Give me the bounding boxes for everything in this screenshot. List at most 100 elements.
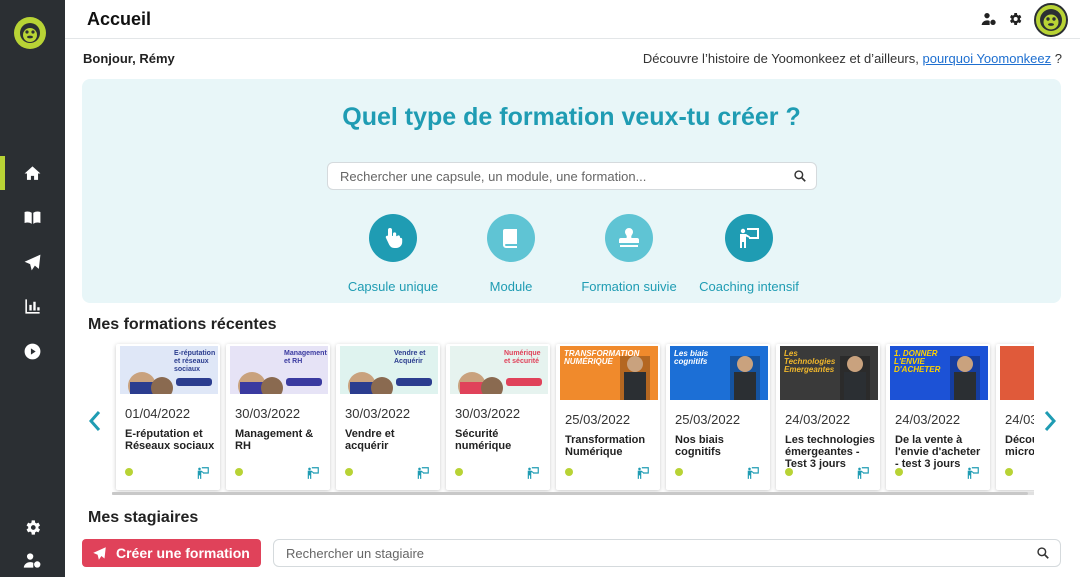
carousel-next-button[interactable] <box>1042 409 1058 433</box>
discover-suffix: ? <box>1051 51 1062 66</box>
thumbnail-illustration <box>1000 346 1034 400</box>
type-followed-button[interactable]: Formation suivie <box>564 214 694 294</box>
top-header: Accueil <box>65 0 1080 39</box>
status-dot <box>1005 468 1013 476</box>
user-gear-icon <box>23 552 41 568</box>
recent-trainings-title: Mes formations récentes <box>88 316 277 333</box>
training-card[interactable]: Les biais cognitifs 25/03/2022 Nos biais c… <box>666 344 770 490</box>
discover-link[interactable]: pourquoi Yoomonkeez <box>922 51 1051 66</box>
training-title: Les technologies émergeantes - Test 3 jo… <box>785 434 875 470</box>
type-module-button[interactable]: Module <box>446 214 576 294</box>
status-dot <box>565 468 573 476</box>
type-coaching-button[interactable]: Coaching intensif <box>684 214 814 294</box>
presenter-board-icon <box>306 466 320 480</box>
training-date: 25/03/2022 <box>675 412 741 427</box>
status-dot <box>785 468 793 476</box>
search-icon[interactable] <box>1036 546 1050 560</box>
training-date: 30/03/2022 <box>455 406 521 421</box>
training-search-input[interactable] <box>328 163 816 189</box>
gear-icon <box>1010 13 1022 25</box>
type-coaching-label: Coaching intensif <box>699 279 799 294</box>
training-date: 24/03/2022 <box>785 412 851 427</box>
discover-text: Découvre l’histoire de Yoomonkeez et d’a… <box>643 51 1062 66</box>
user-settings-button[interactable] <box>980 10 998 28</box>
recent-trainings-carousel: E-réputation et réseaux sociaux 01/04/202… <box>112 340 1034 496</box>
monkey-logo-icon[interactable] <box>14 17 46 49</box>
thumbnail-text: TRANSFORMATION NUMÉRIQUE <box>564 349 640 366</box>
presenter-board-icon <box>740 228 759 248</box>
training-card[interactable]: 1. DONNER L'ENVIE D'ACHETER 24/03/2022 De … <box>886 344 990 490</box>
training-search <box>327 162 817 190</box>
type-module-circle <box>487 214 535 262</box>
training-date: 24/03/2022 <box>895 412 961 427</box>
book-icon <box>503 229 517 248</box>
discover-label: Découvre l’histoire de Yoomonkeez et d’a… <box>642 51 919 66</box>
trainee-search-input[interactable] <box>274 540 1060 566</box>
training-date: 01/04/2022 <box>125 406 191 421</box>
thumbnail-text: Management et RH <box>284 350 327 365</box>
user-gear-icon <box>981 13 996 25</box>
presenter-board-icon <box>636 466 650 480</box>
training-title: Sécurité numérique <box>455 428 512 452</box>
training-card[interactable]: E-réputation et réseaux sociaux 01/04/202… <box>116 344 220 490</box>
training-date: 24/03/2022 <box>1005 412 1034 427</box>
hero-title: Quel type de formation veux-tu créer ? <box>342 103 801 131</box>
training-date: 25/03/2022 <box>565 412 631 427</box>
training-thumbnail: Management et RH <box>230 346 328 394</box>
avatar[interactable] <box>1034 3 1068 37</box>
training-card[interactable]: 24/03/2022 Découverte du microlearning <box>996 344 1034 490</box>
training-card[interactable]: Numérique et sécurité 30/03/2022 Sécurité … <box>446 344 550 490</box>
type-capsule-button[interactable]: Capsule unique <box>328 214 458 294</box>
training-thumbnail: Vendre et Acquérir <box>340 346 438 394</box>
carousel-scrollbar-thumb[interactable] <box>112 492 1028 495</box>
status-dot <box>235 468 243 476</box>
status-dot <box>125 468 133 476</box>
training-thumbnail: Les biais cognitifs <box>670 346 768 400</box>
trainees-title: Mes stagiaires <box>88 509 199 526</box>
training-thumbnail: E-réputation et réseaux sociaux <box>120 346 218 394</box>
thumbnail-text: Les biais cognitifs <box>674 349 709 366</box>
type-coaching-circle <box>725 214 773 262</box>
book-open-icon <box>24 210 41 224</box>
training-card[interactable]: Les Technologies Emergeantes 24/03/2022 Le… <box>776 344 880 490</box>
paper-plane-icon <box>24 254 41 270</box>
presenter-board-icon <box>416 466 430 480</box>
sidebar-item-play[interactable] <box>0 334 65 368</box>
thumbnail-text: Numérique et sécurité <box>504 350 541 365</box>
training-date: 30/03/2022 <box>235 406 301 421</box>
status-dot <box>455 468 463 476</box>
training-thumbnail: Les Technologies Emergeantes <box>780 346 878 400</box>
training-thumbnail: 1. DONNER L'ENVIE D'ACHETER <box>890 346 988 400</box>
bar-chart-icon <box>25 298 40 314</box>
greeting: Bonjour, Rémy <box>83 51 175 66</box>
type-followed-label: Formation suivie <box>581 279 677 294</box>
thumbnail-text: Les Technologies Emergeantes <box>784 349 836 374</box>
hand-pointer-icon <box>385 228 403 248</box>
sidebar-item-settings[interactable] <box>0 510 65 544</box>
presenter-board-icon <box>966 466 980 480</box>
training-card[interactable]: Vendre et Acquérir 30/03/2022 Vendre et ac… <box>336 344 440 490</box>
presenter-board-icon <box>526 466 540 480</box>
status-dot <box>675 468 683 476</box>
thumbnail-text: Vendre et Acquérir <box>394 350 426 365</box>
training-card[interactable]: TRANSFORMATION NUMÉRIQUE 25/03/2022 Transf… <box>556 344 660 490</box>
type-module-label: Module <box>489 279 533 294</box>
carousel-scrollbar[interactable] <box>112 492 1034 495</box>
sidebar-item-home[interactable] <box>0 156 65 190</box>
presenter-board-icon <box>196 466 210 480</box>
sidebar-item-user-settings[interactable] <box>0 543 65 577</box>
chevron-right-icon <box>1044 411 1057 431</box>
create-training-button[interactable]: Créer une formation <box>82 539 261 567</box>
training-card[interactable]: Management et RH 30/03/2022 Management & R… <box>226 344 330 490</box>
sidebar-item-send[interactable] <box>0 245 65 279</box>
search-icon[interactable] <box>793 169 807 183</box>
carousel-prev-button[interactable] <box>87 409 103 433</box>
sidebar-item-library[interactable] <box>0 200 65 234</box>
settings-button[interactable] <box>1006 10 1024 28</box>
stamp-icon <box>619 228 639 247</box>
training-title: De la vente à l'envie d'acheter - test 3… <box>895 434 981 470</box>
create-training-label: Créer une formation <box>116 545 250 561</box>
training-title: Transformation Numérique <box>565 434 646 458</box>
sidebar-item-stats[interactable] <box>0 289 65 323</box>
training-thumbnail: Numérique et sécurité <box>450 346 548 394</box>
